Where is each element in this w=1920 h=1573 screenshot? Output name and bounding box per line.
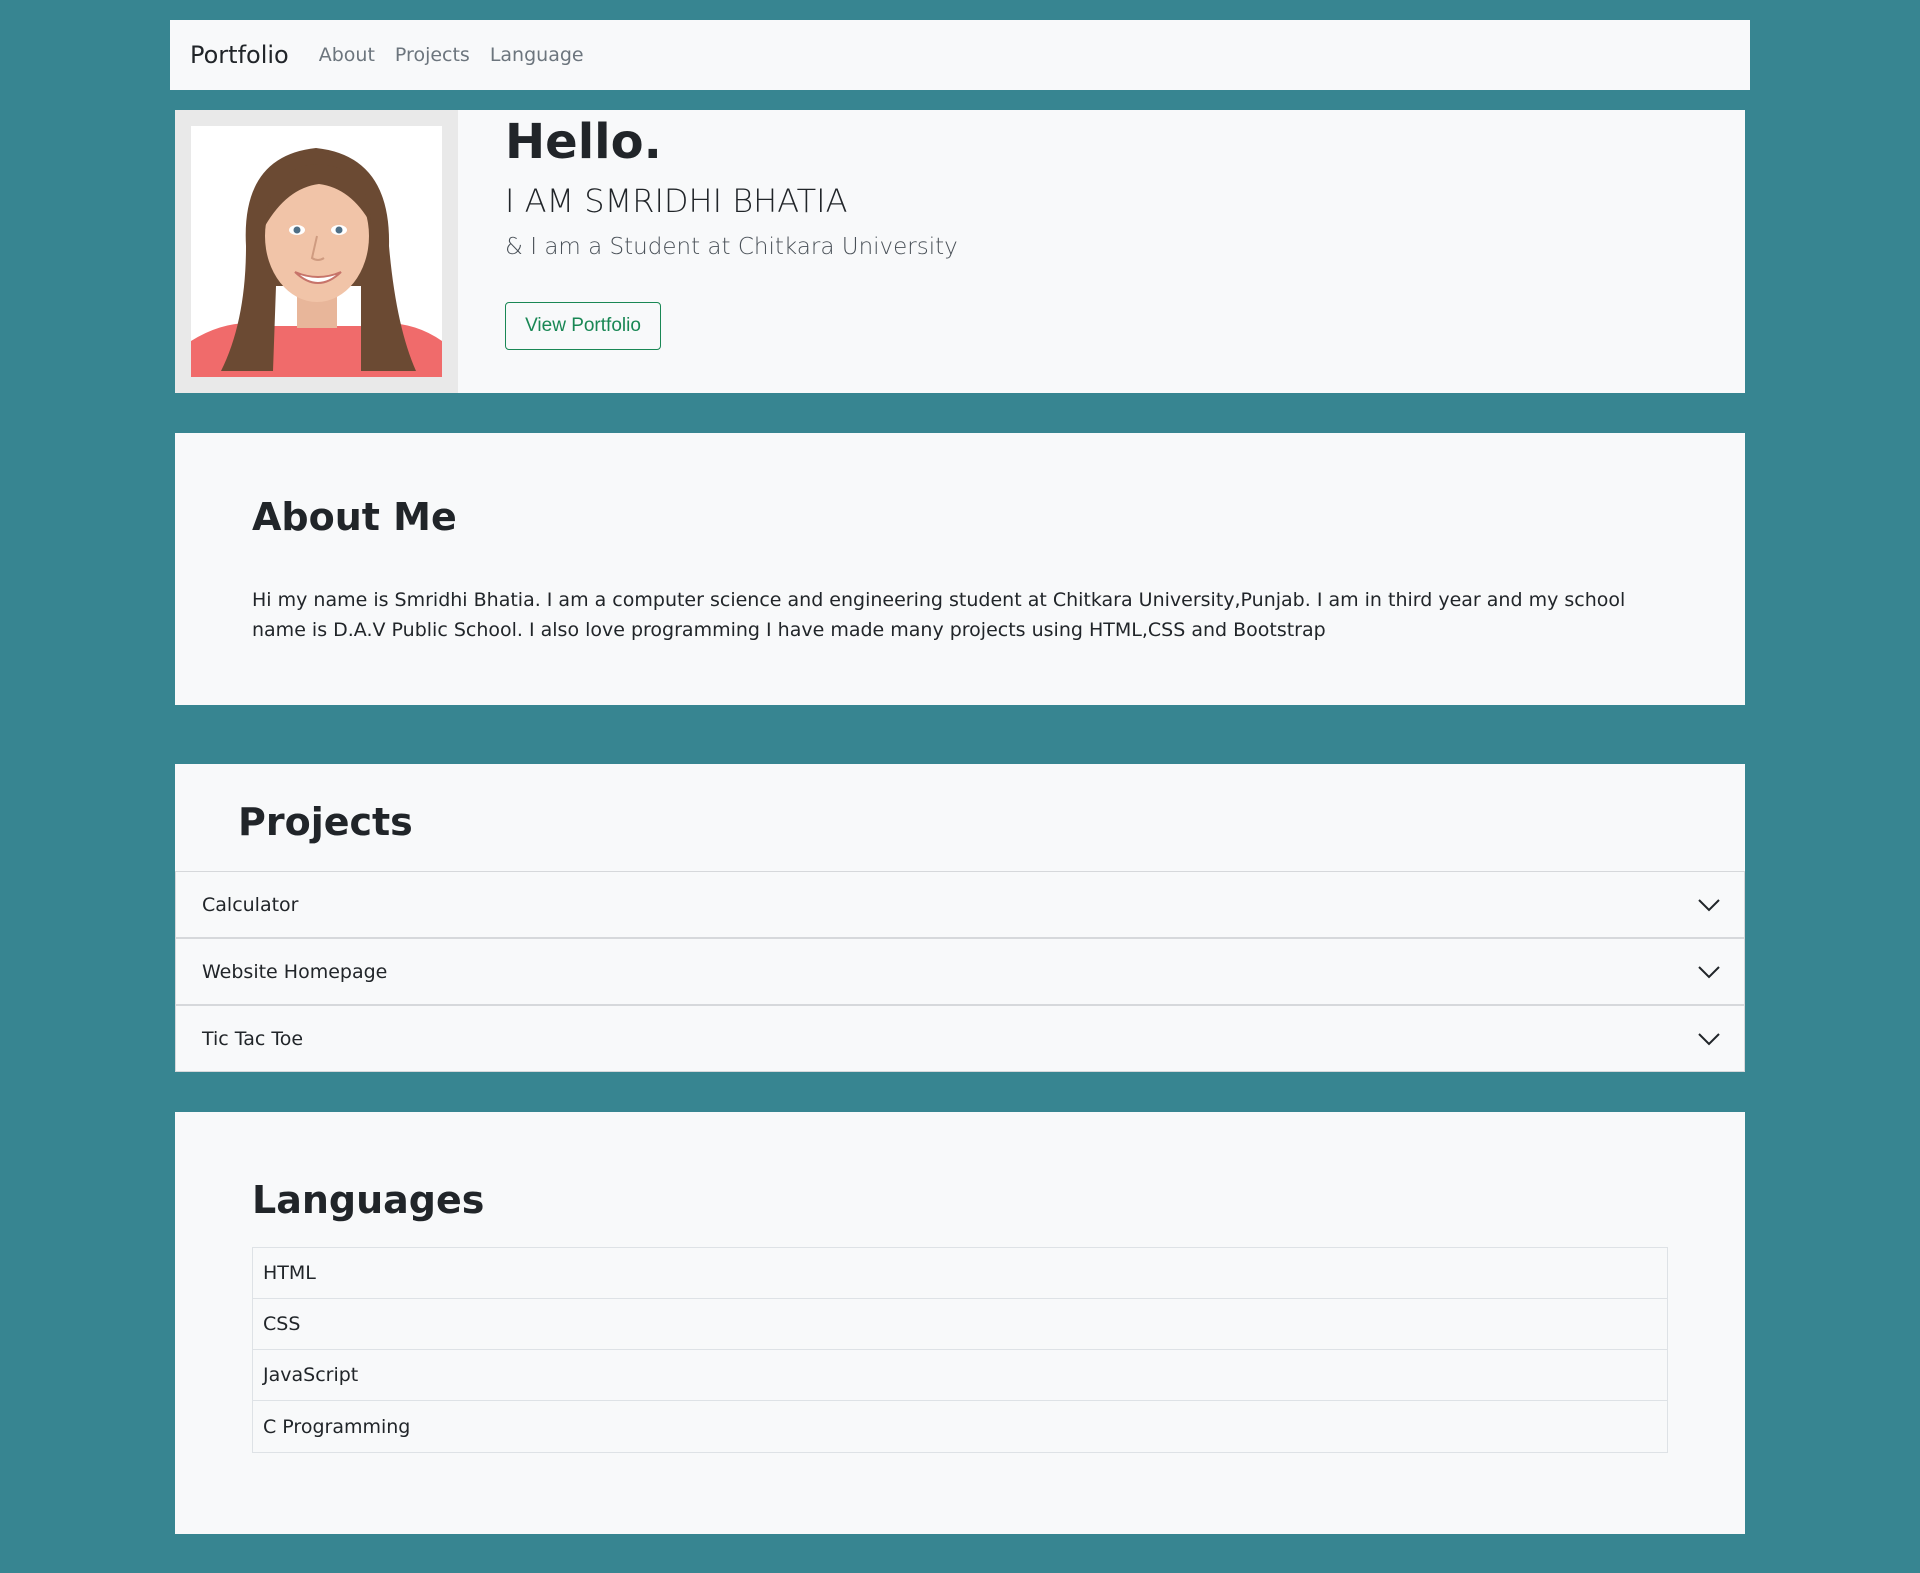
hero-section: Hello. I AM SMRIDHI BHATIA & I am a Stud… xyxy=(175,110,1745,393)
navbar: Portfolio About Projects Language xyxy=(170,20,1750,90)
list-item: JavaScript xyxy=(253,1350,1667,1401)
projects-heading: Projects xyxy=(238,800,413,844)
list-item: C Programming xyxy=(263,1415,411,1438)
accordion-item-label: Calculator xyxy=(202,893,299,916)
languages-list: HTML CSS JavaScript C Programming xyxy=(252,1247,1668,1453)
list-item: HTML xyxy=(253,1248,1667,1299)
accordion-item-tic-tac-toe[interactable]: Tic Tac Toe xyxy=(175,1005,1745,1072)
about-heading: About Me xyxy=(252,495,457,539)
hero-greeting: Hello. xyxy=(505,114,662,170)
profile-photo xyxy=(191,126,442,377)
accordion-item-label: Tic Tac Toe xyxy=(202,1027,304,1050)
languages-heading: Languages xyxy=(252,1178,485,1222)
brand-link[interactable]: Portfolio xyxy=(190,41,289,69)
languages-section: Languages HTML CSS JavaScript C Programm… xyxy=(175,1112,1745,1534)
profile-photo-frame xyxy=(175,110,458,393)
nav-link-projects[interactable]: Projects xyxy=(395,44,470,66)
accordion-item-label: Website Homepage xyxy=(202,960,388,983)
chevron-down-icon xyxy=(1698,966,1720,979)
list-item: CSS xyxy=(253,1299,1667,1350)
accordion-item-website-homepage[interactable]: Website Homepage xyxy=(175,938,1745,1005)
about-section: About Me Hi my name is Smridhi Bhatia. I… xyxy=(175,433,1745,705)
accordion-item-calculator[interactable]: Calculator xyxy=(175,871,1745,938)
projects-section: Projects Calculator Website Homepage Tic… xyxy=(175,764,1745,1072)
view-portfolio-button[interactable]: View Portfolio xyxy=(505,302,661,350)
nav-link-language[interactable]: Language xyxy=(490,44,584,66)
chevron-down-icon xyxy=(1698,1033,1720,1046)
chevron-down-icon xyxy=(1698,899,1720,912)
about-text: Hi my name is Smridhi Bhatia. I am a com… xyxy=(252,589,1626,641)
nav-link-about[interactable]: About xyxy=(319,44,375,66)
portrait-illustration xyxy=(191,126,442,377)
hero-tagline: & I am a Student at Chitkara University xyxy=(505,234,958,260)
hero-name: I AM SMRIDHI BHATIA xyxy=(505,182,848,220)
